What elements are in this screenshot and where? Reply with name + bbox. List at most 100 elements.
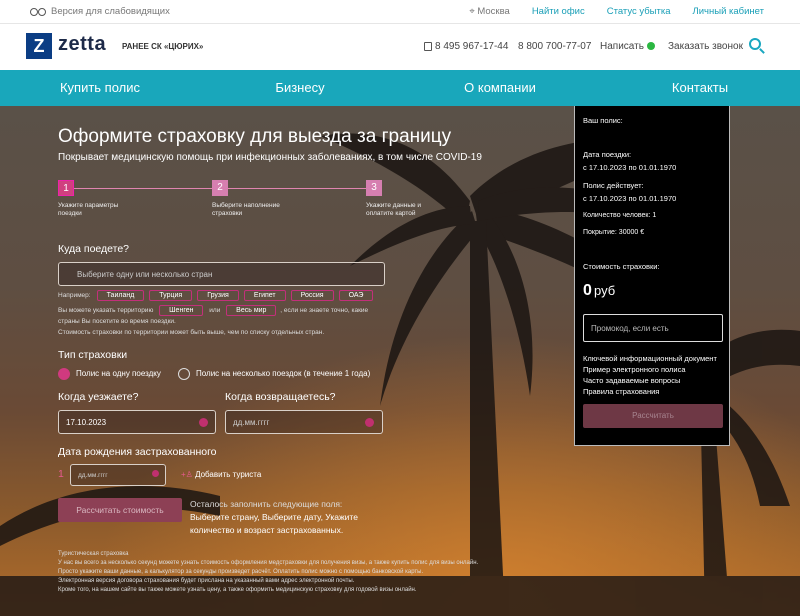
seo-line: Электронная версия договора страхования … [58,578,355,584]
territory-note: Вы можете указать территорию Шенген или … [58,305,388,338]
country-tag-uae[interactable]: ОАЭ [338,290,374,301]
cost-amount: 0 [583,282,592,299]
multi-trip-radio[interactable] [178,368,190,380]
return-date-input[interactable]: дд.мм.гггг [225,410,383,434]
phone-2[interactable]: 8 800 700-77-07 [518,41,591,52]
country-tag-egypt[interactable]: Египет [243,290,286,301]
accessibility-label: Версия для слабовидящих [51,6,170,17]
trip-date-label: Дата поездки: [583,150,632,159]
seo-heading: Туристическая страховка [58,551,129,557]
step-1-box: 1 [58,180,74,196]
valid-value: с 17.10.2023 по 01.01.1970 [583,194,677,203]
logo-text[interactable]: zetta [58,33,106,56]
country-suggestions: Например: Таиланд Турция Грузия Египет Р… [58,290,378,301]
step-3-box: 3 [366,180,382,196]
add-tourist-label: Добавить туриста [195,470,262,479]
birth-date-label: Дата рождения застрахованного [58,446,217,458]
territory-world[interactable]: Весь мир [226,305,277,316]
search-icon[interactable] [749,38,761,50]
valid-label: Полис действует: [583,181,644,190]
country-tag-thailand[interactable]: Таиланд [96,290,145,301]
step-1-label: Укажите параметры поездки [58,202,119,217]
destination-label: Куда поедете? [58,243,130,255]
cost-value: 0 руб [583,282,615,300]
nav-business[interactable]: Бизнесу [200,70,400,106]
step-line-2 [228,188,366,189]
single-trip-radio[interactable] [58,368,70,380]
city-selector[interactable]: ⌖ Москва [469,6,509,17]
return-label: Когда возвращаетесь? [225,391,336,403]
tourist-index: 1 [58,468,64,480]
territory-or: или [209,307,221,314]
nav-contacts[interactable]: Контакты [600,70,800,106]
calendar-icon[interactable] [152,470,159,477]
add-tourist-button[interactable]: +♙ Добавить туриста [181,470,261,479]
people-count: Количество человек: 1 [583,212,657,219]
callback-link[interactable]: Заказать звонок [668,41,743,52]
former-name: РАНЕЕ СК «ЦЮРИХ» [122,42,204,51]
write-label: Написать [600,41,644,52]
seo-line: Кроме того, на нашем сайте вы также може… [58,587,417,593]
phone-1-label: 8 495 967-17-44 [435,41,509,52]
whatsapp-icon [646,42,655,51]
country-tag-turkey[interactable]: Турция [149,290,193,301]
calendar-icon[interactable] [199,418,208,427]
single-trip-label[interactable]: Полис на одну поездку [76,369,161,378]
territory-text-3: страны Вы посетите во время поездки. [58,318,176,325]
calculate-cost-button[interactable]: Рассчитать стоимость [58,498,182,522]
promo-code-input[interactable]: Промокод, если есть [583,314,723,342]
phone-icon [424,41,432,51]
phone-1[interactable]: 8 495 967-17-44 [424,41,508,52]
remaining-fields: Осталось заполнить следующие поля: Выбер… [190,498,370,537]
territory-schengen[interactable]: Шенген [159,305,204,316]
remaining-title: Осталось заполнить следующие поля: [190,499,343,509]
doc-sample-policy-link[interactable]: Пример электронного полиса [583,365,686,374]
logo-icon[interactable]: Z [26,33,52,59]
destination-input[interactable]: Выберите одну или несколько стран [58,262,385,286]
calculate-button[interactable]: Рассчитать [583,404,723,428]
doc-rules-link[interactable]: Правила страхования [583,387,659,396]
remaining-text: Выберите страну, Выберите дату, Укажите … [190,512,358,535]
write-link[interactable]: Написать [600,41,655,52]
insurance-type-label: Тип страховки [58,349,128,361]
multi-trip-label[interactable]: Полис на несколько поездок (в течение 1 … [196,369,370,378]
seo-line: Просто укажите ваши данные, а калькулято… [58,569,424,575]
calendar-icon[interactable] [365,418,374,427]
main-nav: Купить полис Бизнесу О компании Контакты [0,70,800,106]
country-tag-georgia[interactable]: Грузия [197,290,239,301]
territory-text-1: Вы можете указать территорию [58,307,154,314]
add-person-icon: +♙ [181,470,193,479]
nav-buy-policy[interactable]: Купить полис [0,70,200,106]
step-2-box: 2 [212,180,228,196]
step-3-label: Укажите данные и оплатите картой [366,202,422,217]
page-subtitle: Покрывает медицинскую помощь при инфекци… [58,152,482,163]
cost-currency: руб [594,283,616,298]
find-office-link[interactable]: Найти офис [532,6,585,17]
header: Z zetta РАНЕЕ СК «ЦЮРИХ» 8 495 967-17-44… [0,24,800,70]
doc-faq-link[interactable]: Часто задаваемые вопросы [583,376,680,385]
claim-status-link[interactable]: Статус убытка [607,6,671,17]
panel-title: Ваш полис: [583,116,623,125]
city-label: Москва [477,6,510,17]
trip-date-value: с 17.10.2023 по 01.01.1970 [583,163,677,172]
depart-label: Когда уезжаете? [58,391,139,403]
doc-key-info-link[interactable]: Ключевой информационный документ [583,354,717,363]
account-link[interactable]: Личный кабинет [693,6,764,17]
seo-line: У нас вы всего за несколько секунд может… [58,560,479,566]
accessibility-link[interactable]: Версия для слабовидящих [30,6,170,17]
territory-text-4: Стоимость страховки по территории может … [58,329,325,336]
step-line-1 [74,188,212,189]
step-2-label: Выберите наполнение страховки [212,202,280,217]
depart-date-input[interactable]: 17.10.2023 [58,410,216,434]
glasses-icon [30,7,46,16]
top-bar: Версия для слабовидящих ⌖ Москва Найти о… [0,0,800,24]
page-title: Оформите страховку для выезда за границу [58,126,452,147]
nav-about[interactable]: О компании [400,70,600,106]
seo-text: Туристическая страховка У нас вы всего з… [58,550,558,595]
coverage: Покрытие: 30000 € [583,229,645,236]
cost-label: Стоимость страховки: [583,262,660,271]
territory-text-2: , если не знаете точно, какие [280,307,369,314]
country-tag-russia[interactable]: Россия [290,290,334,301]
example-label: Например: [58,292,91,299]
policy-summary-panel: Ваш полис: Дата поездки: с 17.10.2023 по… [574,106,730,446]
